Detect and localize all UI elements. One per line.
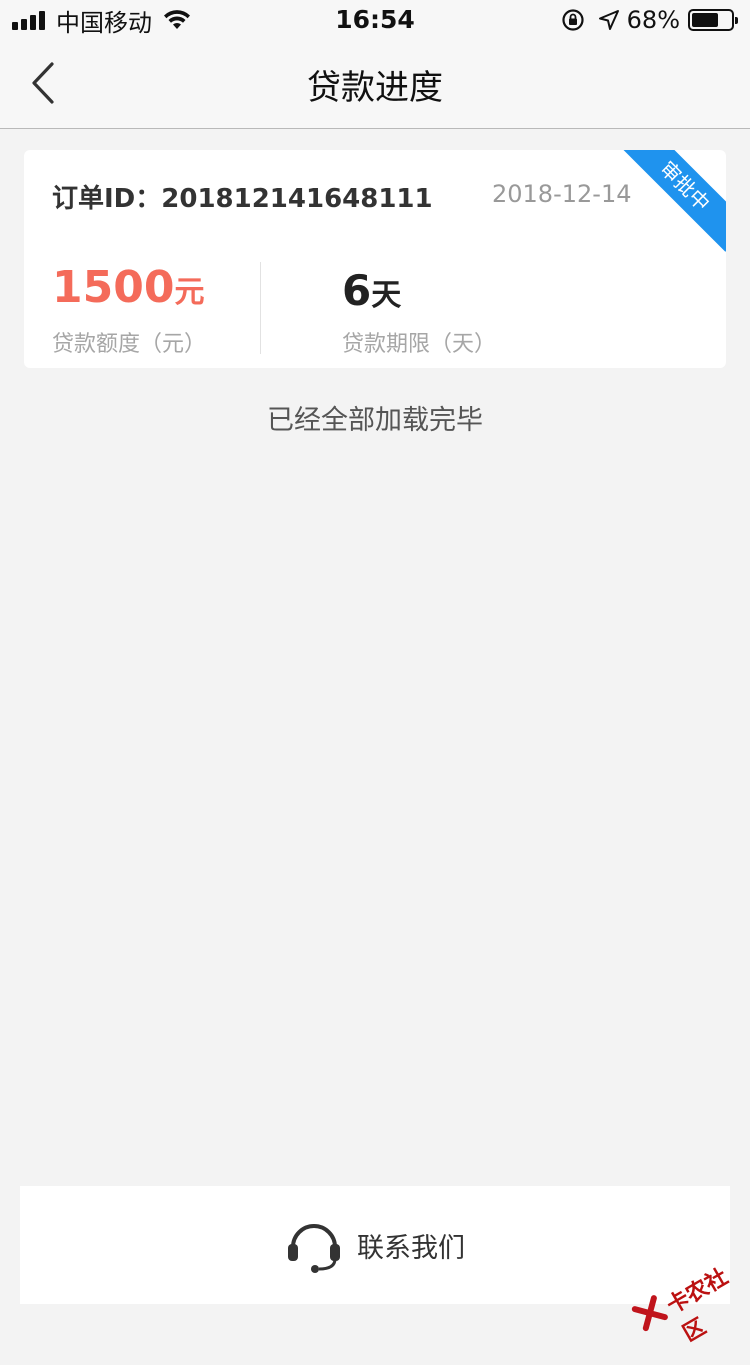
headset-icon	[285, 1217, 343, 1273]
loan-amount-value: 1500	[52, 262, 174, 313]
battery-percent: 68%	[627, 6, 680, 34]
loan-term-value: 6	[342, 266, 371, 315]
loan-amount-label: 贷款额度（元）	[52, 326, 206, 358]
page-title: 贷款进度	[0, 60, 750, 109]
contact-us-label: 联系我们	[357, 1226, 465, 1265]
loan-amount: 1500元	[52, 262, 204, 313]
loan-term: 6天	[342, 266, 401, 315]
order-date: 2018-12-14	[492, 180, 631, 208]
navigation-bar: 贷款进度	[0, 40, 750, 129]
loan-amount-unit: 元	[174, 275, 204, 310]
loan-order-card[interactable]: 订单ID：201812141648111 2018-12-14 审批中 1500…	[24, 150, 726, 368]
status-bar: 中国移动 16:54 68%	[0, 0, 750, 40]
location-arrow-icon	[597, 8, 621, 32]
order-id: 订单ID：201812141648111	[52, 178, 433, 215]
battery-fill	[692, 13, 718, 27]
status-badge: 审批中	[619, 150, 726, 252]
battery-icon	[688, 9, 734, 31]
list-end-message: 已经全部加载完毕	[0, 398, 750, 437]
contact-us-button[interactable]: 联系我们	[20, 1186, 730, 1304]
loan-term-label: 贷款期限（天）	[342, 326, 496, 358]
rotation-lock-icon	[561, 8, 585, 32]
status-right: 68%	[561, 6, 734, 34]
loan-term-unit: 天	[371, 278, 401, 313]
card-divider	[260, 262, 261, 354]
